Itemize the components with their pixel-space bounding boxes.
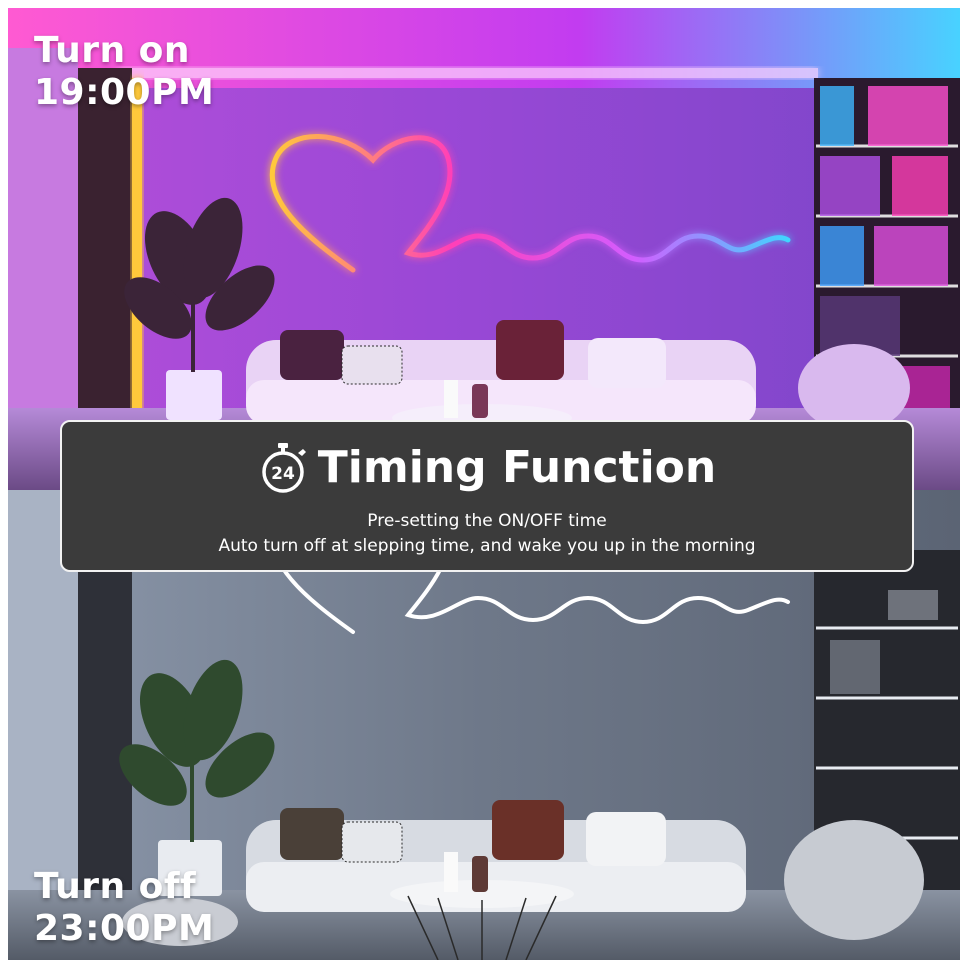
banner-heading: 24 Timing Function <box>62 440 912 496</box>
banner-subtitle-1: Pre-setting the ON/OFF time <box>367 511 607 531</box>
turn-on-time: 19:00PM <box>34 72 215 113</box>
turn-on-text: Turn on <box>34 30 191 71</box>
banner-subtitle-2: Auto turn off at slepping time, and wake… <box>218 536 756 556</box>
stopwatch-icon-number: 24 <box>271 464 295 484</box>
timing-function-banner: 24 Timing Function Pre-setting the ON/OF… <box>60 420 914 572</box>
stopwatch-24-icon: 24 <box>262 443 306 493</box>
banner-title: Timing Function <box>317 442 717 493</box>
turn-on-label: Turn on 19:00PM <box>34 30 214 114</box>
turn-off-label: Turn off 23:00PM <box>34 866 214 950</box>
turn-off-text: Turn off <box>34 866 197 907</box>
turn-off-time: 23:00PM <box>34 908 215 949</box>
